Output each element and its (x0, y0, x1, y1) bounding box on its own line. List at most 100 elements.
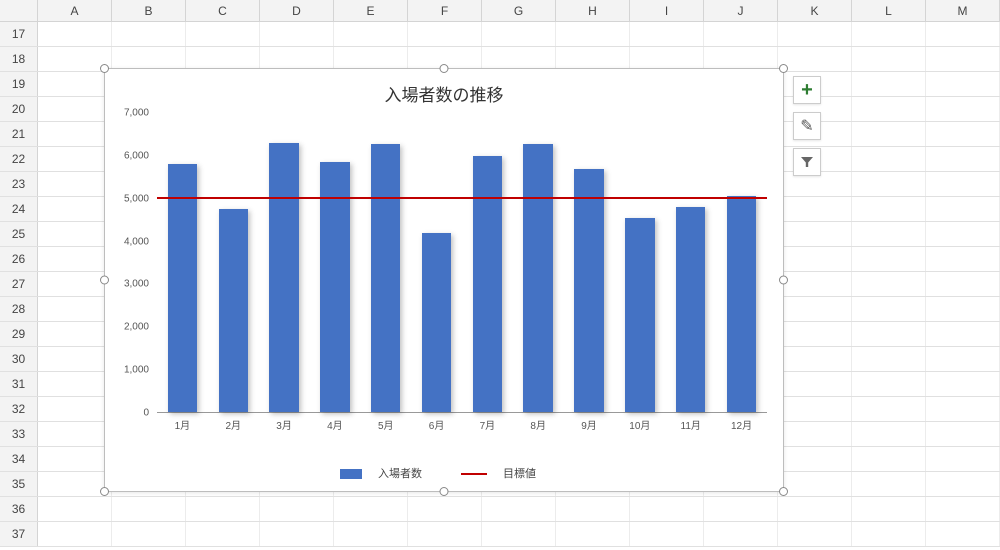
cell[interactable] (630, 522, 704, 546)
cell[interactable] (38, 222, 112, 246)
cell[interactable] (260, 497, 334, 521)
chart-filters-button[interactable] (793, 148, 821, 176)
cell[interactable] (778, 272, 852, 296)
cell[interactable] (704, 22, 778, 46)
cell[interactable] (852, 497, 926, 521)
column-header[interactable]: J (704, 0, 778, 21)
row-header[interactable]: 27 (0, 272, 38, 296)
bar[interactable] (320, 162, 349, 412)
cell[interactable] (778, 447, 852, 471)
bar[interactable] (422, 233, 451, 412)
resize-handle-bottom-right[interactable] (779, 487, 788, 496)
cell[interactable] (852, 297, 926, 321)
column-header[interactable]: E (334, 0, 408, 21)
cell[interactable] (38, 497, 112, 521)
cell[interactable] (704, 497, 778, 521)
column-header[interactable]: C (186, 0, 260, 21)
cell[interactable] (38, 347, 112, 371)
resize-handle-bottom-left[interactable] (100, 487, 109, 496)
cell[interactable] (852, 172, 926, 196)
cell[interactable] (852, 447, 926, 471)
legend-entry-bar[interactable]: 入場者数 (340, 468, 434, 480)
cell[interactable] (778, 197, 852, 221)
cell[interactable] (38, 447, 112, 471)
cell[interactable] (926, 172, 1000, 196)
row-header[interactable]: 34 (0, 447, 38, 471)
cell[interactable] (38, 247, 112, 271)
cell[interactable] (556, 497, 630, 521)
column-header[interactable]: A (38, 0, 112, 21)
cell[interactable] (334, 22, 408, 46)
cell[interactable] (482, 497, 556, 521)
cell[interactable] (38, 72, 112, 96)
row-header[interactable]: 22 (0, 147, 38, 171)
column-header[interactable]: L (852, 0, 926, 21)
resize-handle-top[interactable] (440, 64, 449, 73)
cell[interactable] (852, 422, 926, 446)
cell[interactable] (334, 522, 408, 546)
row-header[interactable]: 37 (0, 522, 38, 546)
target-line[interactable] (157, 197, 767, 199)
cell[interactable] (38, 422, 112, 446)
cell[interactable] (38, 197, 112, 221)
cell[interactable] (926, 347, 1000, 371)
row-header[interactable]: 31 (0, 372, 38, 396)
cell[interactable] (408, 22, 482, 46)
cell[interactable] (778, 522, 852, 546)
chart-object[interactable]: 入場者数の推移 01,0002,0003,0004,0005,0006,0007… (104, 68, 784, 492)
column-header[interactable]: M (926, 0, 1000, 21)
column-header[interactable]: G (482, 0, 556, 21)
row-header[interactable]: 17 (0, 22, 38, 46)
cell[interactable] (926, 522, 1000, 546)
bar[interactable] (574, 169, 603, 412)
bar[interactable] (371, 144, 400, 412)
cell[interactable] (556, 522, 630, 546)
column-header[interactable]: F (408, 0, 482, 21)
cell[interactable] (926, 447, 1000, 471)
cell[interactable] (186, 522, 260, 546)
cell[interactable] (926, 422, 1000, 446)
bar[interactable] (269, 143, 298, 412)
row-header[interactable]: 25 (0, 222, 38, 246)
cell[interactable] (926, 497, 1000, 521)
cell[interactable] (260, 22, 334, 46)
cell[interactable] (778, 247, 852, 271)
cell[interactable] (926, 197, 1000, 221)
cell[interactable] (112, 22, 186, 46)
cell[interactable] (852, 322, 926, 346)
cell[interactable] (926, 322, 1000, 346)
row-header[interactable]: 32 (0, 397, 38, 421)
cell[interactable] (778, 222, 852, 246)
row-header[interactable]: 35 (0, 472, 38, 496)
chart-styles-button[interactable]: ✎ (793, 112, 821, 140)
cell[interactable] (852, 472, 926, 496)
bar[interactable] (219, 209, 248, 412)
cell[interactable] (926, 297, 1000, 321)
cell[interactable] (482, 22, 556, 46)
resize-handle-left[interactable] (100, 276, 109, 285)
row-header[interactable]: 24 (0, 197, 38, 221)
cell[interactable] (778, 372, 852, 396)
row-header[interactable]: 20 (0, 97, 38, 121)
bar[interactable] (625, 218, 654, 412)
cell[interactable] (926, 247, 1000, 271)
cell[interactable] (186, 497, 260, 521)
cell[interactable] (38, 97, 112, 121)
cell[interactable] (852, 347, 926, 371)
row-header[interactable]: 33 (0, 422, 38, 446)
legend-entry-line[interactable]: 目標値 (461, 468, 548, 480)
cell[interactable] (852, 72, 926, 96)
resize-handle-top-left[interactable] (100, 64, 109, 73)
column-header[interactable]: H (556, 0, 630, 21)
cell[interactable] (926, 72, 1000, 96)
bar[interactable] (676, 207, 705, 412)
cell[interactable] (556, 22, 630, 46)
cell[interactable] (852, 222, 926, 246)
cell[interactable] (630, 22, 704, 46)
resize-handle-bottom[interactable] (440, 487, 449, 496)
cell[interactable] (926, 47, 1000, 71)
resize-handle-right[interactable] (779, 276, 788, 285)
row-header[interactable]: 19 (0, 72, 38, 96)
cell[interactable] (852, 397, 926, 421)
cell[interactable] (852, 197, 926, 221)
